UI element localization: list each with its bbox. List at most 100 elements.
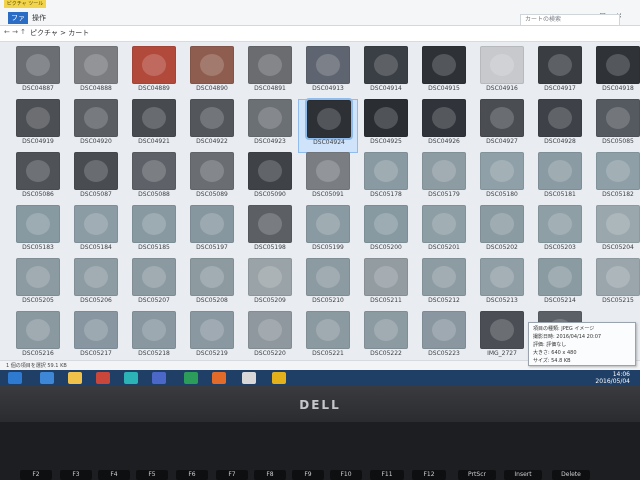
thumbnail-tile[interactable]: DSC05222 bbox=[356, 311, 416, 365]
thumbnail-tile[interactable]: DSC05201 bbox=[414, 205, 474, 259]
thumbnail-tile[interactable]: DSC05087 bbox=[66, 152, 126, 206]
thumbnail-tile[interactable]: IMG_2727 bbox=[472, 311, 532, 365]
thumbnail-tile[interactable]: DSC05206 bbox=[66, 258, 126, 312]
thumbnail-tile[interactable]: DSC04916 bbox=[472, 46, 532, 100]
thumbnail-image bbox=[190, 311, 234, 349]
navigation-arrows[interactable]: ← → ↑ bbox=[4, 28, 26, 36]
keyboard-key[interactable]: F7 bbox=[216, 470, 248, 480]
breadcrumb[interactable]: ピクチャ > カート bbox=[30, 28, 89, 38]
keyboard-key[interactable]: F6 bbox=[176, 470, 208, 480]
app-icon-teal[interactable] bbox=[124, 372, 138, 384]
thumbnail-tile[interactable]: DSC05211 bbox=[356, 258, 416, 312]
keyboard-key[interactable]: F4 bbox=[98, 470, 130, 480]
tab-file[interactable]: ファイル bbox=[8, 12, 28, 34]
thumbnail-tile[interactable]: DSC05204 bbox=[588, 205, 640, 259]
file-name: DSC04928 bbox=[544, 138, 576, 145]
thumbnail-tile[interactable]: DSC05182 bbox=[588, 152, 640, 206]
thumbnail-tile[interactable]: DSC05178 bbox=[356, 152, 416, 206]
thumbnail-tile[interactable]: DSC05185 bbox=[124, 205, 184, 259]
thumbnail-tile[interactable]: DSC05179 bbox=[414, 152, 474, 206]
thumbnail-tile[interactable]: DSC05223 bbox=[414, 311, 474, 365]
thumbnail-tile[interactable]: DSC04919 bbox=[8, 99, 68, 153]
chrome-icon[interactable] bbox=[272, 372, 286, 384]
thumbnail-tile[interactable]: DSC04924 bbox=[298, 98, 358, 153]
thumbnail-image bbox=[538, 46, 582, 84]
thumbnail-tile[interactable]: DSC05212 bbox=[414, 258, 474, 312]
thumbnail-tile[interactable]: DSC04925 bbox=[356, 99, 416, 153]
thumbnail-tile[interactable]: DSC05197 bbox=[182, 205, 242, 259]
thumbnail-tile[interactable]: DSC05086 bbox=[8, 152, 68, 206]
explorer-icon[interactable] bbox=[68, 372, 82, 384]
thumbnail-tile[interactable]: DSC05203 bbox=[530, 205, 590, 259]
thumbnail-tile[interactable]: DSC05210 bbox=[298, 258, 358, 312]
thumbnail-tile[interactable]: DSC05091 bbox=[298, 152, 358, 206]
thumbnail-tile[interactable]: DSC04914 bbox=[356, 46, 416, 100]
thumbnail-tile[interactable]: DSC04926 bbox=[414, 99, 474, 153]
thumbnail-tile[interactable]: DSC04887 bbox=[8, 46, 68, 100]
thumbnail-tile[interactable]: DSC05183 bbox=[8, 205, 68, 259]
thumbnail-tile[interactable]: DSC05215 bbox=[588, 258, 640, 312]
thumbnail-tile[interactable]: DSC05205 bbox=[8, 258, 68, 312]
tab-manage[interactable]: 操作 bbox=[32, 12, 46, 24]
thumbnail-tile[interactable]: DSC05184 bbox=[66, 205, 126, 259]
thumbnail-tile[interactable]: DSC05207 bbox=[124, 258, 184, 312]
thumbnail-tile[interactable]: DSC05085 bbox=[588, 99, 640, 153]
start-icon[interactable] bbox=[8, 372, 22, 384]
taskbar-clock[interactable]: 14:06 2016/05/04 bbox=[560, 371, 630, 385]
thumbnail-tile[interactable]: DSC04928 bbox=[530, 99, 590, 153]
keyboard-key[interactable]: Delete bbox=[552, 470, 590, 480]
keyboard-key[interactable]: F12 bbox=[412, 470, 446, 480]
thumbnail-image bbox=[190, 152, 234, 190]
thumbnail-tile[interactable]: DSC05088 bbox=[124, 152, 184, 206]
thumbnail-tile[interactable]: DSC05218 bbox=[124, 311, 184, 365]
thumbnail-tile[interactable]: DSC05213 bbox=[472, 258, 532, 312]
thumbnail-tile[interactable]: DSC04889 bbox=[124, 46, 184, 100]
thumbnail-tile[interactable]: DSC05219 bbox=[182, 311, 242, 365]
keyboard-key[interactable]: F10 bbox=[330, 470, 362, 480]
keyboard-key[interactable]: F2 bbox=[20, 470, 52, 480]
thumbnail-tile[interactable]: DSC04927 bbox=[472, 99, 532, 153]
thumbnail-image bbox=[132, 99, 176, 137]
keyboard-key[interactable]: F5 bbox=[136, 470, 168, 480]
thumbnail-tile[interactable]: DSC04920 bbox=[66, 99, 126, 153]
file-name: DSC05220 bbox=[254, 350, 286, 357]
browser-icon[interactable] bbox=[40, 372, 54, 384]
thumbnail-tile[interactable]: DSC05180 bbox=[472, 152, 532, 206]
keyboard-key[interactable]: F3 bbox=[60, 470, 92, 480]
thumbnail-tile[interactable]: DSC05199 bbox=[298, 205, 358, 259]
thumbnail-tile[interactable]: DSC05202 bbox=[472, 205, 532, 259]
thumbnail-tile[interactable]: DSC05200 bbox=[356, 205, 416, 259]
thumbnail-tile[interactable]: DSC04888 bbox=[66, 46, 126, 100]
thumbnail-tile[interactable]: DSC05209 bbox=[240, 258, 300, 312]
calculator-icon[interactable] bbox=[184, 372, 198, 384]
thumbnail-tile[interactable]: DSC05217 bbox=[66, 311, 126, 365]
thumbnail-tile[interactable]: DSC05181 bbox=[530, 152, 590, 206]
app-icon-red[interactable] bbox=[96, 372, 110, 384]
thumbnail-tile[interactable]: DSC05089 bbox=[182, 152, 242, 206]
app-icon-white[interactable] bbox=[242, 372, 256, 384]
thumbnail-tile[interactable]: DSC04890 bbox=[182, 46, 242, 100]
thumbnail-tile[interactable]: DSC04891 bbox=[240, 46, 300, 100]
thumbnail-tile[interactable]: DSC05198 bbox=[240, 205, 300, 259]
keyboard-key[interactable]: F9 bbox=[292, 470, 324, 480]
keyboard-key[interactable]: F8 bbox=[254, 470, 286, 480]
search-input[interactable]: カートの検索 bbox=[520, 14, 620, 26]
thumbnail-tile[interactable]: DSC05220 bbox=[240, 311, 300, 365]
thumbnail-tile[interactable]: DSC04917 bbox=[530, 46, 590, 100]
thumbnail-tile[interactable]: DSC04913 bbox=[298, 46, 358, 100]
app-icon-blue[interactable] bbox=[152, 372, 166, 384]
keyboard-key[interactable]: PrtScr bbox=[458, 470, 496, 480]
keyboard-key[interactable]: F11 bbox=[370, 470, 404, 480]
thumbnail-tile[interactable]: DSC04921 bbox=[124, 99, 184, 153]
thumbnail-tile[interactable]: DSC05214 bbox=[530, 258, 590, 312]
thumbnail-tile[interactable]: DSC05090 bbox=[240, 152, 300, 206]
thumbnail-tile[interactable]: DSC04923 bbox=[240, 99, 300, 153]
thumbnail-tile[interactable]: DSC04922 bbox=[182, 99, 242, 153]
thumbnail-tile[interactable]: DSC05221 bbox=[298, 311, 358, 365]
thumbnail-tile[interactable]: DSC04915 bbox=[414, 46, 474, 100]
thumbnail-tile[interactable]: DSC05216 bbox=[8, 311, 68, 365]
thumbnail-tile[interactable]: DSC05208 bbox=[182, 258, 242, 312]
keyboard-key[interactable]: Insert bbox=[504, 470, 542, 480]
app-icon-orange[interactable] bbox=[212, 372, 226, 384]
thumbnail-tile[interactable]: DSC04918 bbox=[588, 46, 640, 100]
